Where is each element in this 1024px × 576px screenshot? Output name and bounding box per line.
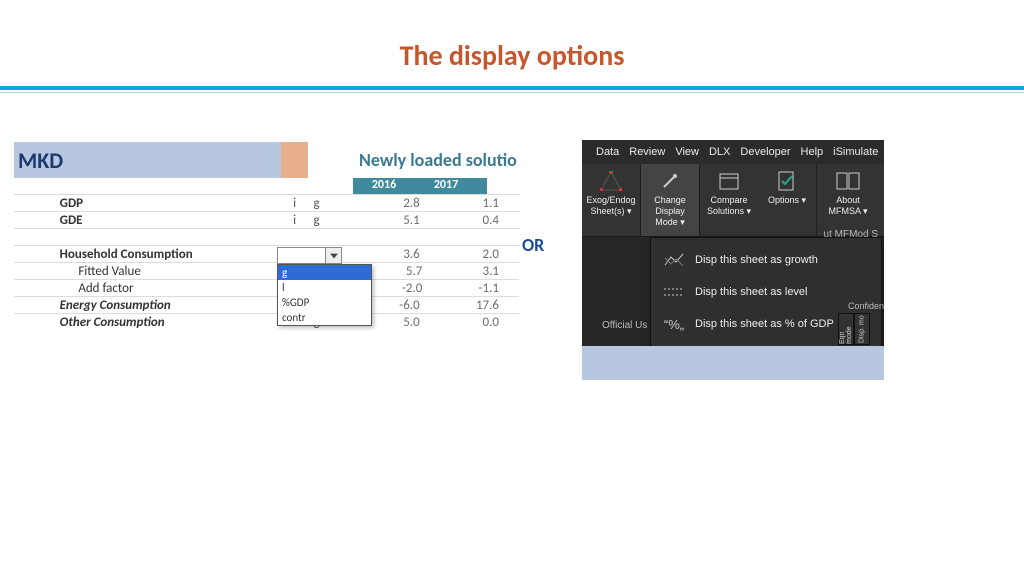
value-cell: 5.0 [360,315,439,330]
row-label: GDP [44,196,282,211]
value-cell: -1.1 [442,281,519,296]
exog-label: Exog/Endog Sheet(s) ▾ [582,195,640,217]
menu-level[interactable]: Disp this sheet as level [651,276,881,308]
or-separator: OR [522,234,544,256]
percent-icon: “%„ [663,316,685,332]
row-label: Fitted Value [42,264,290,279]
mode-label: Change Display Mode ▾ [641,195,699,228]
table-row: GDPig2.81.1 [14,194,519,211]
ribbon-tab[interactable]: Developer [740,146,790,158]
ribbon-panel: DataReviewViewDLXDeveloperHelpiSimulate … [582,140,884,380]
wand-icon [658,170,682,192]
table-row: Energy Consumption -6.017.6 [14,296,519,313]
spreadsheet-panel: MKD Newly loaded solutio 2016 2017 GDPig… [14,142,519,330]
ribbon-tab[interactable]: Data [596,146,619,158]
ribbon-tab[interactable]: DLX [709,146,730,158]
table-row: Household Consumptionx3.62.0 [14,245,519,262]
value-cell: 5.1 [360,213,439,228]
value-cell: -6.0 [360,298,439,313]
row-label: Add factor [42,281,290,296]
status-right: Confident [848,301,884,311]
value-cell: 2.8 [360,196,439,211]
options-button[interactable]: Options ▾ [758,164,816,236]
menu-gdp-label: Disp this sheet as % of GDP [695,318,834,330]
side-tab-eqn-mode[interactable]: Eqn mode [838,313,854,345]
solution-header: Newly loaded solutio [357,142,519,178]
value-cell: 17.6 [440,298,519,313]
row-label: GDE [44,213,282,228]
display-unit-select[interactable] [277,247,326,264]
value-cell: 0.4 [440,213,519,228]
value-cell: 2.0 [440,247,519,262]
display-unit-cell[interactable] [277,247,326,264]
value-cell: 3.1 [442,264,519,279]
row-label: Energy Consumption [44,298,282,313]
exog-flag-cell[interactable]: i [282,196,308,211]
dropdown-button[interactable] [325,247,342,264]
page-title: The display options [0,38,1024,73]
about-label: About MFMSA ▾ [817,195,879,217]
display-unit-dropdown[interactable]: gl%GDPcontr [277,264,372,326]
ribbon-tab-strip: Data Review View DLX Developer Help iSimulate [582,140,884,164]
triangle-icon [599,170,623,192]
menu-level-label: Disp this sheet as level [695,286,808,298]
display-flag-cell[interactable]: g [307,213,360,228]
value-cell: 0.0 [440,315,519,330]
table-row: Other Consumptionig5.00.0 [14,313,519,330]
year-header-row: 2016 2017 [14,177,519,194]
divider [0,86,1024,90]
year-2016: 2016 [353,177,415,194]
compare-label: Compare Solutions ▾ [700,195,758,217]
book-icon [836,170,860,192]
year-2017: 2017 [415,177,477,194]
calendar-icon [717,170,741,192]
exog-endog-button[interactable]: Exog/Endog Sheet(s) ▾ [582,164,640,236]
level-icon [663,284,685,300]
growth-icon [663,252,685,268]
table-row: Add factor -2.0-1.1 [14,279,519,296]
dropdown-option[interactable]: l [278,280,371,295]
status-left: Official Us [602,320,647,331]
ribbon-tab[interactable]: Help [801,146,824,158]
change-display-mode-button[interactable]: Change Display Mode ▾ [641,164,699,236]
table-row: GDEig5.10.4 [14,211,519,228]
chevron-down-icon [330,253,338,259]
sheet-background-strip [582,346,884,380]
sheet-check-icon [775,170,799,192]
ribbon-tab[interactable]: View [675,146,699,158]
row-label: Household Consumption [44,247,282,262]
options-label: Options ▾ [766,195,808,206]
compare-solutions-button[interactable]: Compare Solutions ▾ [700,164,758,236]
col-x-header [281,142,308,178]
display-flag-cell[interactable]: g [307,196,360,211]
dropdown-option[interactable]: contr [278,310,371,325]
row-label: Other Consumption [44,315,282,330]
ribbon-toolbar: Exog/Endog Sheet(s) ▾ Change Display Mod… [582,164,884,237]
value-cell: -2.0 [366,281,443,296]
about-button[interactable]: About MFMSA ▾ [817,164,879,236]
value-cell: 1.1 [440,196,519,211]
ribbon-tab[interactable]: Review [629,146,665,158]
value-cell: 3.6 [360,247,439,262]
menu-growth[interactable]: Disp this sheet as growth [651,244,881,276]
dropdown-option[interactable]: %GDP [278,295,371,310]
dropdown-option[interactable]: g [278,265,371,280]
col-g-header [308,142,357,178]
year-next-cut [477,177,487,194]
workbook-name: MKD [14,142,281,178]
ribbon-tab[interactable]: iSimulate [833,146,878,158]
table-row: Fitted Value 5.73.1 [14,262,519,279]
exog-flag-cell[interactable]: i [282,213,308,228]
value-cell: 5.7 [366,264,443,279]
side-tab-disp-mode[interactable]: Disp. mo [854,313,870,345]
blank-row [14,228,519,245]
menu-growth-label: Disp this sheet as growth [695,254,818,266]
